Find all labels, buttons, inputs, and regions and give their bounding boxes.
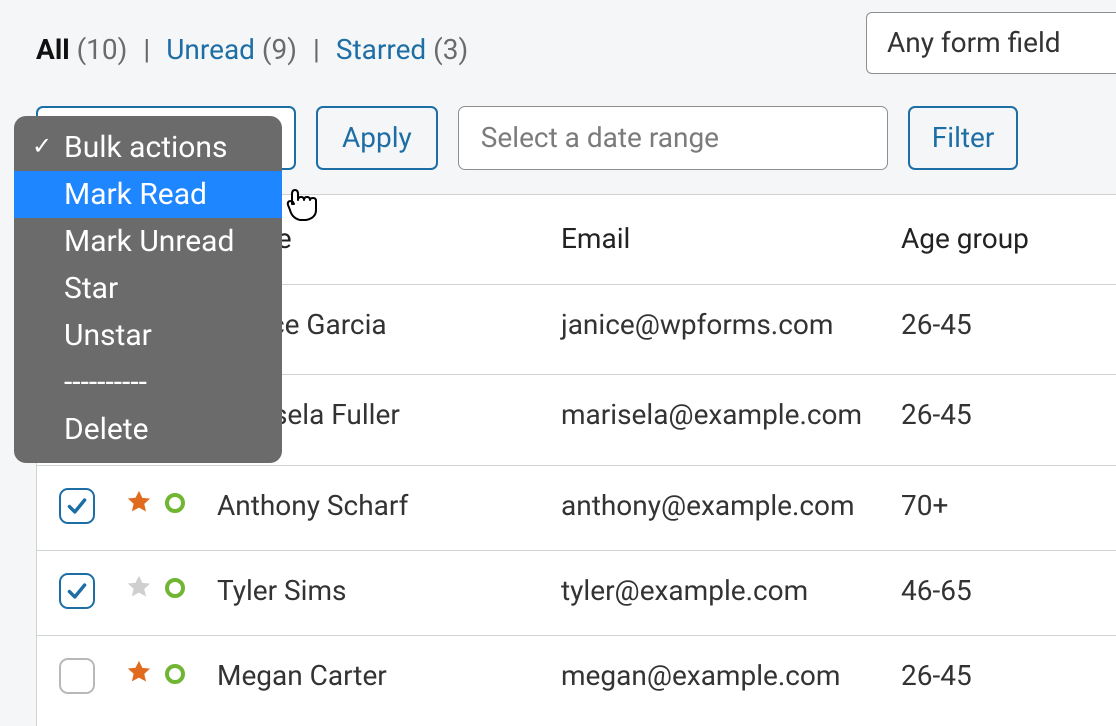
cell-age: 26-45 <box>887 375 1116 465</box>
filter-button-label: Filter <box>932 120 995 156</box>
dropdown-item-label: Delete <box>64 412 149 447</box>
bulk-actions-dropdown: ✓ Bulk actions Mark Read Mark Unread Sta… <box>14 116 282 463</box>
table-header-age[interactable]: Age group <box>887 195 1116 284</box>
date-range-input[interactable]: Select a date range <box>458 106 888 170</box>
cell-age: 26-45 <box>887 636 1116 726</box>
tab-unread-count: (9) <box>262 33 297 66</box>
form-field-select[interactable]: Any form field <box>866 12 1116 74</box>
cell-email: tyler@example.com <box>547 550 887 635</box>
tab-all-label: All <box>36 33 70 66</box>
tab-all[interactable]: All (10) <box>36 32 127 68</box>
check-icon: ✓ <box>32 131 52 162</box>
status-circle-icon[interactable] <box>163 659 187 695</box>
date-range-placeholder: Select a date range <box>481 120 719 156</box>
dropdown-item-label: Bulk actions <box>64 130 227 165</box>
dropdown-item-mark-read[interactable]: Mark Read <box>14 171 282 218</box>
table-row: Anthony Scharfanthony@example.com70+ <box>37 465 1116 550</box>
dropdown-item-divider: ---------- <box>14 359 282 406</box>
cell-email: anthony@example.com <box>547 465 887 550</box>
row-checkbox[interactable] <box>59 573 95 609</box>
status-circle-icon[interactable] <box>163 488 187 524</box>
dropdown-item-label: Mark Read <box>64 177 207 212</box>
dropdown-item-label: Unstar <box>64 318 152 353</box>
cell-name[interactable]: Megan Carter <box>211 636 547 726</box>
dropdown-item-unstar[interactable]: Unstar <box>14 312 282 359</box>
table-header-email[interactable]: Email <box>547 195 887 284</box>
tab-unread[interactable]: Unread (9) <box>166 32 297 68</box>
apply-button-label: Apply <box>342 120 412 156</box>
cell-age: 26-45 <box>887 284 1116 374</box>
status-circle-icon[interactable] <box>163 573 187 609</box>
cell-email: marisela@example.com <box>547 375 887 465</box>
cell-email: megan@example.com <box>547 636 887 726</box>
cell-age: 46-65 <box>887 550 1116 635</box>
star-icon[interactable] <box>125 488 153 525</box>
dropdown-item-label: ---------- <box>64 365 147 400</box>
dropdown-item-delete[interactable]: Delete <box>14 406 282 453</box>
form-field-select-label: Any form field <box>887 25 1061 61</box>
tab-unread-label: Unread <box>166 33 255 66</box>
row-checkbox[interactable] <box>59 488 95 524</box>
tab-starred-label: Starred <box>336 33 426 66</box>
dropdown-item-mark-unread[interactable]: Mark Unread <box>14 218 282 265</box>
row-checkbox[interactable] <box>59 658 95 694</box>
dropdown-item-star[interactable]: Star <box>14 265 282 312</box>
tab-separator: | <box>307 32 326 68</box>
star-icon[interactable] <box>125 573 153 610</box>
dropdown-item-label: Star <box>64 271 118 306</box>
table-row: Tyler Simstyler@example.com46-65 <box>37 550 1116 635</box>
tab-all-count: (10) <box>77 33 128 66</box>
bulk-action-bar: Bulk actions Apply Select a date range F… <box>36 106 1116 170</box>
tab-starred-count: (3) <box>433 33 468 66</box>
apply-button[interactable]: Apply <box>316 106 438 170</box>
dropdown-item-bulk-actions[interactable]: ✓ Bulk actions <box>14 124 282 171</box>
filter-button[interactable]: Filter <box>908 106 1019 170</box>
table-row: Megan Cartermegan@example.com26-45 <box>37 636 1116 726</box>
tab-separator: | <box>137 32 156 68</box>
cell-age: 70+ <box>887 465 1116 550</box>
cell-name[interactable]: Tyler Sims <box>211 550 547 635</box>
star-icon[interactable] <box>125 658 153 695</box>
cell-email: janice@wpforms.com <box>547 284 887 374</box>
dropdown-item-label: Mark Unread <box>64 224 234 259</box>
cell-name[interactable]: Anthony Scharf <box>211 465 547 550</box>
tab-starred[interactable]: Starred (3) <box>336 32 468 68</box>
